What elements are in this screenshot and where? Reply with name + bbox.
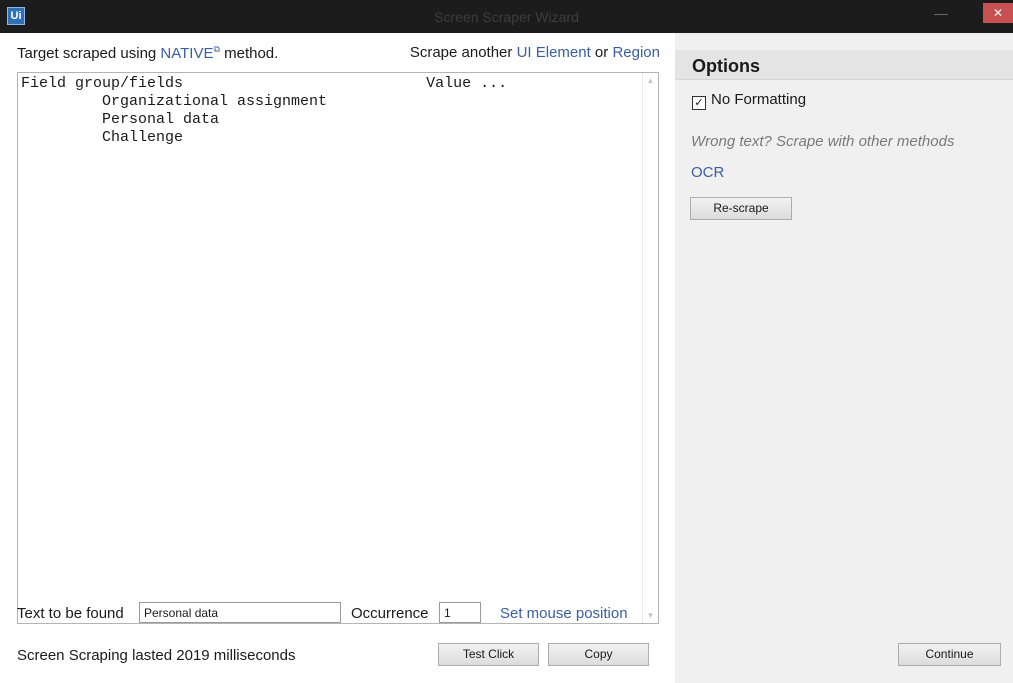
set-mouse-position-link[interactable]: Set mouse position <box>500 605 628 622</box>
scrape-another-line: Scrape another UI Element or Region <box>410 44 660 61</box>
options-pane: Options ✓ No Formatting Wrong text? Scrap… <box>675 33 1013 683</box>
no-formatting-row[interactable]: ✓ No Formatting <box>692 91 806 110</box>
status-text: Screen Scraping lasted 2019 milliseconds <box>17 647 296 664</box>
text-to-find-label: Text to be found <box>17 605 124 622</box>
window-title: Screen Scraper Wizard <box>434 9 579 25</box>
options-title: Options <box>692 56 760 76</box>
no-formatting-label[interactable]: No Formatting <box>711 91 806 108</box>
test-click-button[interactable]: Test Click <box>438 643 539 666</box>
continue-button[interactable]: Continue <box>898 643 1001 666</box>
wrong-text-hint: Wrong text? Scrape with other methods <box>691 133 955 150</box>
occurrence-input[interactable] <box>439 602 481 623</box>
ui-element-link[interactable]: UI Element <box>517 44 591 61</box>
target-method-line: Target scraped using NATIVE⧉ method. <box>17 44 278 62</box>
minimize-button[interactable]: — <box>930 6 952 24</box>
text-to-find-input[interactable] <box>139 602 341 623</box>
target-suffix: method. <box>219 45 279 62</box>
ocr-link[interactable]: OCR <box>691 164 724 181</box>
no-formatting-checkbox[interactable]: ✓ <box>692 96 706 110</box>
vertical-scrollbar[interactable]: ▲ ▼ <box>642 73 658 623</box>
screen-scraper-window: Ui Screen Scraper Wizard — ✕ Target scra… <box>0 0 1013 683</box>
close-button[interactable]: ✕ <box>983 3 1013 23</box>
title-bar[interactable]: Ui Screen Scraper Wizard — ✕ <box>0 0 1013 33</box>
scraped-result-text: Field group/fields Value ... Organizatio… <box>21 75 508 146</box>
rescrape-button[interactable]: Re-scrape <box>690 197 792 220</box>
copy-button[interactable]: Copy <box>548 643 649 666</box>
scroll-up-arrow-icon[interactable]: ▲ <box>643 73 658 88</box>
options-header: Options <box>675 50 1013 80</box>
occurrence-label: Occurrence <box>351 605 429 622</box>
region-link[interactable]: Region <box>612 44 660 61</box>
target-prefix: Target scraped using <box>17 45 161 62</box>
or-text: or <box>590 44 613 61</box>
scraped-result-textarea[interactable]: Field group/fields Value ... Organizatio… <box>17 72 659 624</box>
main-pane: Target scraped using NATIVE⧉ method. Scr… <box>0 33 675 683</box>
find-row: Text to be found Occurrence Set mouse po… <box>17 602 657 624</box>
scrape-another-prefix: Scrape another <box>409 44 517 61</box>
native-method-link[interactable]: NATIVE <box>160 45 213 62</box>
